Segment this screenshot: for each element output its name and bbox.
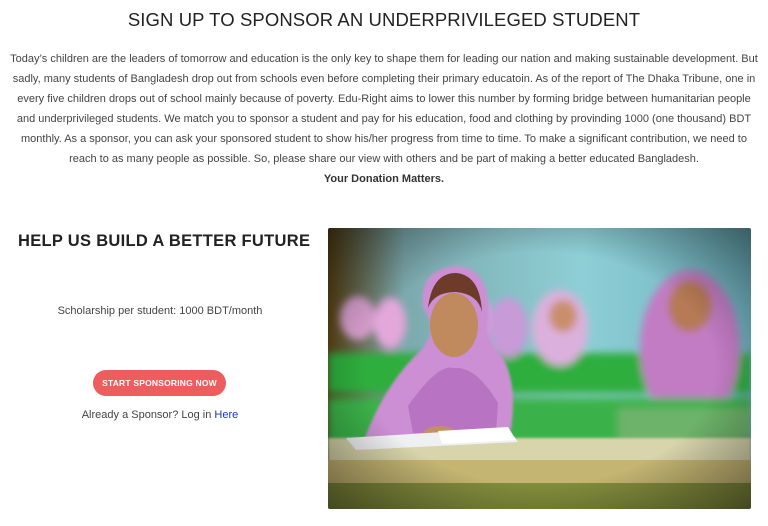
login-here-link[interactable]: Here [214,409,238,421]
classroom-photo [328,228,751,509]
intro-paragraph: Today’s children are the leaders of tomo… [10,53,758,165]
login-prompt: Already a Sponsor? Log in Here [0,409,320,421]
login-prefix-text: Already a Sponsor? Log in [81,409,215,421]
start-sponsoring-button[interactable]: START SPONSORING NOW [93,370,226,396]
donation-matters-text: Your Donation Matters. [323,173,445,185]
page-title: SIGN UP TO SPONSOR AN UNDERPRIVILEGED ST… [127,9,641,30]
intro-section: Today’s children are the leaders of tomo… [8,49,760,189]
scholarship-text: Scholarship per student: 1000 BDT/month [57,305,263,317]
help-heading: HELP US BUILD A BETTER FUTURE [18,232,311,250]
